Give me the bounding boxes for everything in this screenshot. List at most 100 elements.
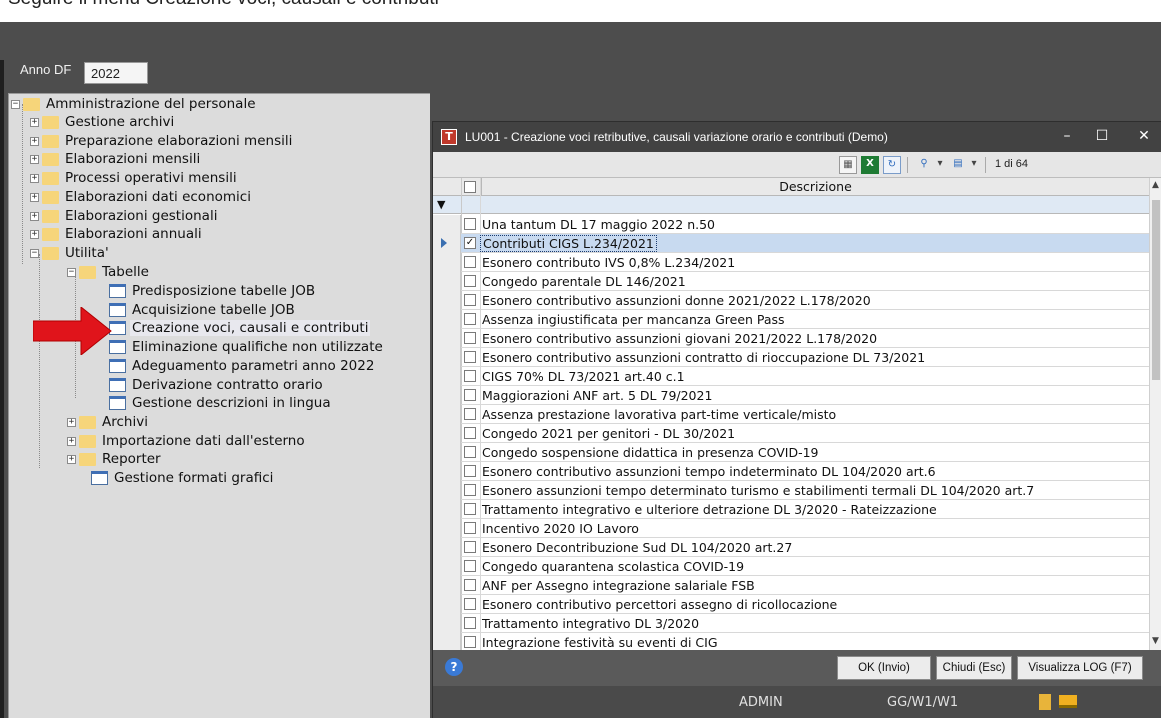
row-indicator[interactable] bbox=[433, 215, 461, 234]
search-dropdown-icon[interactable]: ▾ bbox=[931, 156, 949, 174]
row-indicator[interactable] bbox=[433, 386, 461, 405]
tree-item-elaborazioni-mensili[interactable]: + Elaborazioni mensili bbox=[30, 150, 202, 168]
expand-icon[interactable]: + bbox=[30, 173, 39, 183]
scroll-down-icon[interactable]: ▼ bbox=[1152, 636, 1159, 646]
tree-item-processi-operativi[interactable]: + Processi operativi mensili bbox=[30, 169, 239, 187]
scroll-up-icon[interactable]: ▲ bbox=[1152, 180, 1159, 190]
tree-item-adeguamento[interactable]: Adeguamento parametri anno 2022 bbox=[109, 357, 376, 375]
row-checkbox[interactable] bbox=[464, 408, 476, 420]
filter-dropdown-icon[interactable]: ▾ bbox=[965, 156, 983, 174]
row-checkbox[interactable] bbox=[464, 541, 476, 553]
row-checkbox[interactable] bbox=[464, 636, 476, 648]
tree-item-descrizioni-lingua[interactable]: Gestione descrizioni in lingua bbox=[109, 394, 333, 412]
table-row[interactable]: Congedo quarantena scolastica COVID-19 bbox=[433, 557, 1149, 576]
expand-icon[interactable]: + bbox=[67, 417, 76, 427]
expand-icon[interactable]: + bbox=[30, 154, 39, 164]
row-indicator[interactable] bbox=[433, 614, 461, 633]
row-indicator[interactable] bbox=[433, 538, 461, 557]
tree-item-gestionali[interactable]: + Elaborazioni gestionali bbox=[30, 207, 219, 225]
table-row[interactable]: Assenza ingiustificata per mancanza Gree… bbox=[433, 310, 1149, 329]
row-checkbox[interactable] bbox=[464, 560, 476, 572]
row-checkbox[interactable] bbox=[464, 579, 476, 591]
table-row[interactable]: ✓ Contributi CIGS L.234/2021 bbox=[433, 234, 1149, 253]
table-row[interactable]: Incentivo 2020 IO Lavoro bbox=[433, 519, 1149, 538]
expand-icon[interactable]: + bbox=[30, 136, 39, 146]
table-row[interactable]: Esonero assunzioni tempo determinato tur… bbox=[433, 481, 1149, 500]
tree-item-reporter[interactable]: + Reporter bbox=[67, 450, 163, 468]
tree-item-eliminazione[interactable]: Eliminazione qualifiche non utilizzate bbox=[109, 338, 385, 356]
table-row[interactable]: Esonero contributivo assunzioni contratt… bbox=[433, 348, 1149, 367]
view-log-button[interactable]: Visualizza LOG (F7) bbox=[1017, 656, 1143, 680]
row-indicator[interactable] bbox=[433, 234, 461, 253]
table-row[interactable]: Congedo parentale DL 146/2021 bbox=[433, 272, 1149, 291]
tree-item-annuali[interactable]: + Elaborazioni annuali bbox=[30, 225, 204, 243]
year-input[interactable]: 2022 bbox=[84, 62, 148, 84]
row-indicator[interactable] bbox=[433, 576, 461, 595]
scroll-thumb[interactable] bbox=[1152, 200, 1160, 380]
row-checkbox[interactable]: ✓ bbox=[464, 237, 476, 249]
row-indicator[interactable] bbox=[433, 253, 461, 272]
row-checkbox[interactable] bbox=[464, 332, 476, 344]
help-icon[interactable]: ? bbox=[445, 658, 463, 676]
tree-item-derivazione[interactable]: Derivazione contratto orario bbox=[109, 376, 325, 394]
row-checkbox[interactable] bbox=[464, 370, 476, 382]
expand-icon[interactable]: + bbox=[67, 454, 76, 464]
row-checkbox[interactable] bbox=[464, 503, 476, 515]
expand-icon[interactable]: + bbox=[30, 117, 39, 127]
table-row[interactable]: Esonero contributivo assunzioni tempo in… bbox=[433, 462, 1149, 481]
close-dialog-button[interactable]: Chiudi (Esc) bbox=[936, 656, 1012, 680]
row-checkbox[interactable] bbox=[464, 598, 476, 610]
collapse-icon[interactable]: − bbox=[11, 99, 20, 109]
row-checkbox[interactable] bbox=[464, 484, 476, 496]
row-indicator[interactable] bbox=[433, 291, 461, 310]
tree-item-utilita[interactable]: − Utilita' bbox=[30, 244, 111, 262]
row-indicator[interactable] bbox=[433, 348, 461, 367]
table-row[interactable]: Esonero Decontribuzione Sud DL 104/2020 … bbox=[433, 538, 1149, 557]
row-checkbox[interactable] bbox=[464, 522, 476, 534]
tree-item-gestione-archivi[interactable]: + Gestione archivi bbox=[30, 113, 176, 131]
row-indicator[interactable] bbox=[433, 519, 461, 538]
row-indicator[interactable] bbox=[433, 633, 461, 650]
row-indicator[interactable] bbox=[433, 595, 461, 614]
table-row[interactable]: Congedo 2021 per genitori - DL 30/2021 bbox=[433, 424, 1149, 443]
row-indicator[interactable] bbox=[433, 443, 461, 462]
row-checkbox[interactable] bbox=[464, 465, 476, 477]
row-checkbox[interactable] bbox=[464, 427, 476, 439]
table-row[interactable]: Maggiorazioni ANF art. 5 DL 79/2021 bbox=[433, 386, 1149, 405]
minimize-button[interactable]: – bbox=[1051, 122, 1083, 152]
tree-item-formati-grafici[interactable]: Gestione formati grafici bbox=[91, 469, 275, 487]
maximize-button[interactable]: ☐ bbox=[1086, 122, 1118, 152]
row-indicator[interactable] bbox=[433, 424, 461, 443]
excel-export-icon[interactable]: X bbox=[861, 156, 879, 174]
tree-item-preparazione[interactable]: + Preparazione elaborazioni mensili bbox=[30, 132, 294, 150]
tree-item-predisposizione[interactable]: Predisposizione tabelle JOB bbox=[109, 282, 317, 300]
row-checkbox[interactable] bbox=[464, 389, 476, 401]
table-row[interactable]: CIGS 70% DL 73/2021 art.40 c.1 bbox=[433, 367, 1149, 386]
row-indicator[interactable] bbox=[433, 367, 461, 386]
table-row[interactable]: Assenza prestazione lavorativa part-time… bbox=[433, 405, 1149, 424]
filter-row[interactable]: ▼ bbox=[433, 196, 1149, 214]
tree-item-creazione-voci[interactable]: Creazione voci, causali e contributi bbox=[109, 319, 371, 337]
vertical-scrollbar[interactable]: ▲ ▼ bbox=[1149, 178, 1161, 650]
tree-item-acquisizione[interactable]: Acquisizione tabelle JOB bbox=[109, 301, 297, 319]
row-checkbox[interactable] bbox=[464, 294, 476, 306]
table-row[interactable]: Integrazione festività su eventi di CIG bbox=[433, 633, 1149, 650]
row-checkbox[interactable] bbox=[464, 351, 476, 363]
table-row[interactable]: Trattamento integrativo e ulteriore detr… bbox=[433, 500, 1149, 519]
column-header-descrizione[interactable]: Descrizione bbox=[481, 178, 1149, 196]
refresh-icon[interactable]: ↻ bbox=[883, 156, 901, 174]
row-checkbox[interactable] bbox=[464, 313, 476, 325]
expand-icon[interactable]: + bbox=[30, 211, 39, 221]
expand-icon[interactable]: + bbox=[30, 229, 39, 239]
row-checkbox[interactable] bbox=[464, 275, 476, 287]
expand-icon[interactable]: + bbox=[30, 192, 39, 202]
row-checkbox[interactable] bbox=[464, 218, 476, 230]
table-row[interactable]: Esonero contributivo assunzioni giovani … bbox=[433, 329, 1149, 348]
row-indicator[interactable] bbox=[433, 272, 461, 291]
row-indicator[interactable] bbox=[433, 310, 461, 329]
row-checkbox[interactable] bbox=[464, 446, 476, 458]
dialog-title-bar[interactable]: T LU001 - Creazione voci retributive, ca… bbox=[433, 122, 1161, 152]
row-indicator[interactable] bbox=[433, 405, 461, 424]
row-indicator[interactable] bbox=[433, 462, 461, 481]
tree-item-importazione[interactable]: + Importazione dati dall'esterno bbox=[67, 432, 307, 450]
